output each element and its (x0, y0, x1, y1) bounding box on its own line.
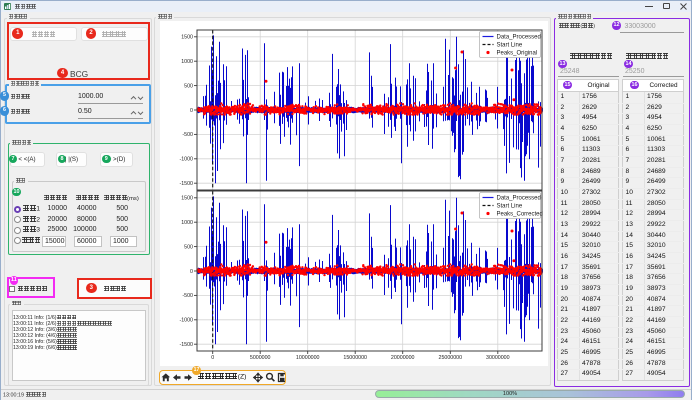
svg-text:0: 0 (211, 355, 214, 361)
svg-text:10000000: 10000000 (296, 355, 320, 361)
svg-text:5000000: 5000000 (250, 355, 271, 361)
svg-text:15000000: 15000000 (343, 355, 367, 361)
svg-text:1000: 1000 (181, 59, 193, 65)
svg-text:Start Line: Start Line (497, 43, 523, 49)
svg-text:1000: 1000 (181, 220, 193, 226)
svg-text:500: 500 (184, 83, 193, 89)
svg-text:Start Line: Start Line (497, 204, 523, 210)
svg-text:-1500: -1500 (179, 342, 193, 348)
svg-text:Peaks_Corrected: Peaks_Corrected (497, 212, 543, 218)
svg-text:Data_Processed: Data_Processed (497, 35, 541, 41)
svg-text:500: 500 (184, 244, 193, 250)
svg-text:-1000: -1000 (179, 157, 193, 163)
svg-text:-1500: -1500 (179, 181, 193, 187)
svg-text:25000000: 25000000 (439, 355, 463, 361)
svg-text:-500: -500 (182, 132, 193, 138)
svg-text:0: 0 (190, 108, 193, 114)
svg-text:1500: 1500 (181, 35, 193, 41)
svg-text:20000000: 20000000 (391, 355, 415, 361)
svg-text:-1000: -1000 (179, 318, 193, 324)
svg-text:1500: 1500 (181, 196, 193, 202)
svg-text:0: 0 (190, 269, 193, 275)
svg-text:Data_Processed: Data_Processed (497, 196, 541, 202)
svg-text:-500: -500 (182, 293, 193, 299)
svg-text:30000000: 30000000 (486, 355, 510, 361)
svg-text:Peaks_Original: Peaks_Original (497, 51, 538, 57)
